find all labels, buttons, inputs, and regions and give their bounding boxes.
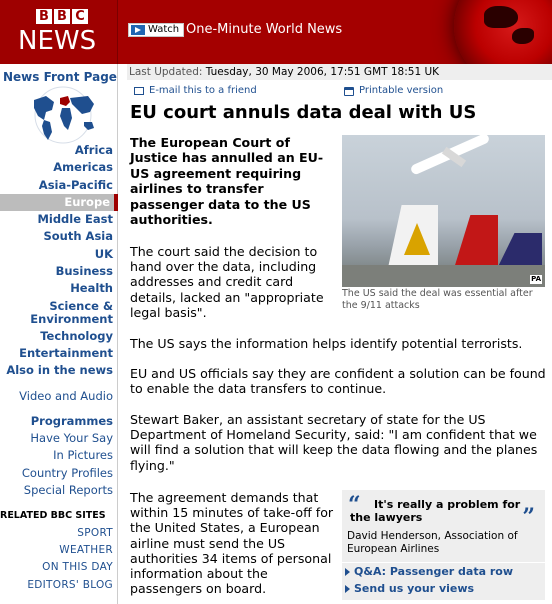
story-paragraph: The agreement demands that within 15 min… [130, 490, 334, 597]
printable-version-label: Printable version [359, 85, 444, 96]
bbc-logo-blocks: B B C [36, 9, 88, 24]
story-paragraph: The US says the information helps identi… [130, 336, 523, 351]
related-weather-link[interactable]: WEATHER [0, 542, 117, 559]
photo-credit: PA [530, 275, 542, 284]
globe-icon [454, 0, 552, 64]
nav-label-line: Environment [30, 311, 113, 326]
nav-item-europe[interactable]: Europe [0, 193, 118, 212]
sidebar: News Front Page Africa Americas Asia-Pac… [0, 64, 118, 604]
airport-ground [342, 265, 545, 287]
related-sport-link[interactable]: SPORT [0, 525, 117, 542]
bbc-letter: B [54, 9, 70, 24]
printable-version-link[interactable]: Printable version [344, 84, 443, 98]
link-label: Send us your views [354, 582, 475, 595]
last-updated-bar: Last Updated: Tuesday, 30 May 2006, 17:5… [127, 64, 552, 80]
updated-label: Last Updated: [129, 66, 203, 78]
nav-item-technology[interactable]: Technology [0, 328, 117, 345]
story-photo: PA [342, 135, 545, 287]
nav-item-science-environment[interactable]: Science & Environment [0, 298, 117, 328]
story-headline: EU court annuls data deal with US [130, 102, 477, 123]
nav-item-in-pictures[interactable]: In Pictures [0, 447, 117, 464]
photo-caption: The US said the deal was essential after… [342, 288, 533, 311]
pull-quote: “ ” It's really a problem for the lawyer… [342, 490, 545, 562]
news-wordmark: NEWS [18, 26, 97, 56]
qa-passenger-data-link[interactable]: Q&A: Passenger data row [345, 565, 513, 579]
nav-divider [0, 405, 117, 413]
nav-item-health[interactable]: Health [0, 280, 117, 297]
story-paragraph: Stewart Baker, an assistant secretary of… [130, 412, 538, 473]
bbc-letter: C [72, 9, 88, 24]
nav-item-video-audio[interactable]: Video and Audio [0, 388, 117, 405]
related-links: Q&A: Passenger data row Send us your vie… [342, 562, 545, 600]
link-label: Q&A: Passenger data row [354, 565, 514, 578]
bbc-letter: B [36, 9, 52, 24]
world-map-icon[interactable] [26, 86, 100, 144]
nav-divider [0, 499, 117, 507]
watch-label: Watch [148, 24, 180, 35]
nav-item-entertainment[interactable]: Entertainment [0, 345, 117, 362]
updated-datetime: Tuesday, 30 May 2006, 17:51 GMT 18:51 UK [205, 66, 440, 78]
envelope-icon [134, 87, 144, 95]
one-minute-news-link[interactable]: One-Minute World News [186, 22, 342, 38]
watch-button[interactable]: Watch [128, 23, 185, 37]
nav-item-south-asia[interactable]: South Asia [0, 228, 117, 245]
nav-item-middle-east[interactable]: Middle East [0, 211, 117, 228]
nav-label-line: Science & [49, 298, 113, 313]
masthead: B B C NEWS Watch One-Minute World News [0, 0, 552, 64]
nav-item-special-reports[interactable]: Special Reports [0, 482, 117, 499]
story-paragraph: The court said the decision to hand over… [130, 244, 324, 320]
nav-item-americas[interactable]: Americas [0, 159, 117, 176]
sidebar-nav: Africa Americas Asia-Pacific Europe Midd… [0, 142, 118, 594]
story-intro: The European Court of Justice has annull… [130, 135, 324, 228]
bbc-news-logo[interactable]: B B C NEWS [0, 0, 118, 64]
related-on-this-day-link[interactable]: ON THIS DAY [0, 559, 117, 576]
nav-item-also-in-the-news[interactable]: Also in the news [0, 362, 117, 379]
related-editors-blog-link[interactable]: EDITORS' BLOG [0, 577, 117, 594]
printer-icon [344, 86, 354, 96]
play-icon [131, 25, 145, 35]
nav-item-programmes[interactable]: Programmes [0, 413, 117, 430]
arrow-right-icon [345, 568, 350, 576]
quote-author: David Henderson, Association of European… [347, 530, 518, 555]
email-friend-label: E-mail this to a friend [149, 85, 257, 96]
nav-item-country-profiles[interactable]: Country Profiles [0, 465, 117, 482]
news-front-page-link[interactable]: News Front Page [3, 70, 117, 84]
related-sites-heading: RELATED BBC SITES [0, 510, 106, 522]
nav-divider [0, 380, 117, 388]
nav-item-asia-pacific[interactable]: Asia-Pacific [0, 177, 117, 194]
nav-item-have-your-say[interactable]: Have Your Say [0, 430, 117, 447]
quote-text: It's really a problem for the lawyers [350, 498, 521, 524]
nav-item-africa[interactable]: Africa [0, 142, 117, 159]
send-views-link[interactable]: Send us your views [345, 582, 474, 596]
arrow-right-icon [345, 585, 350, 593]
nav-item-business[interactable]: Business [0, 263, 117, 280]
email-friend-link[interactable]: E-mail this to a friend [134, 84, 257, 98]
nav-item-uk[interactable]: UK [0, 246, 117, 263]
story-tools: E-mail this to a friend Printable versio… [130, 84, 550, 98]
story-paragraph: EU and US officials say they are confide… [130, 366, 546, 397]
